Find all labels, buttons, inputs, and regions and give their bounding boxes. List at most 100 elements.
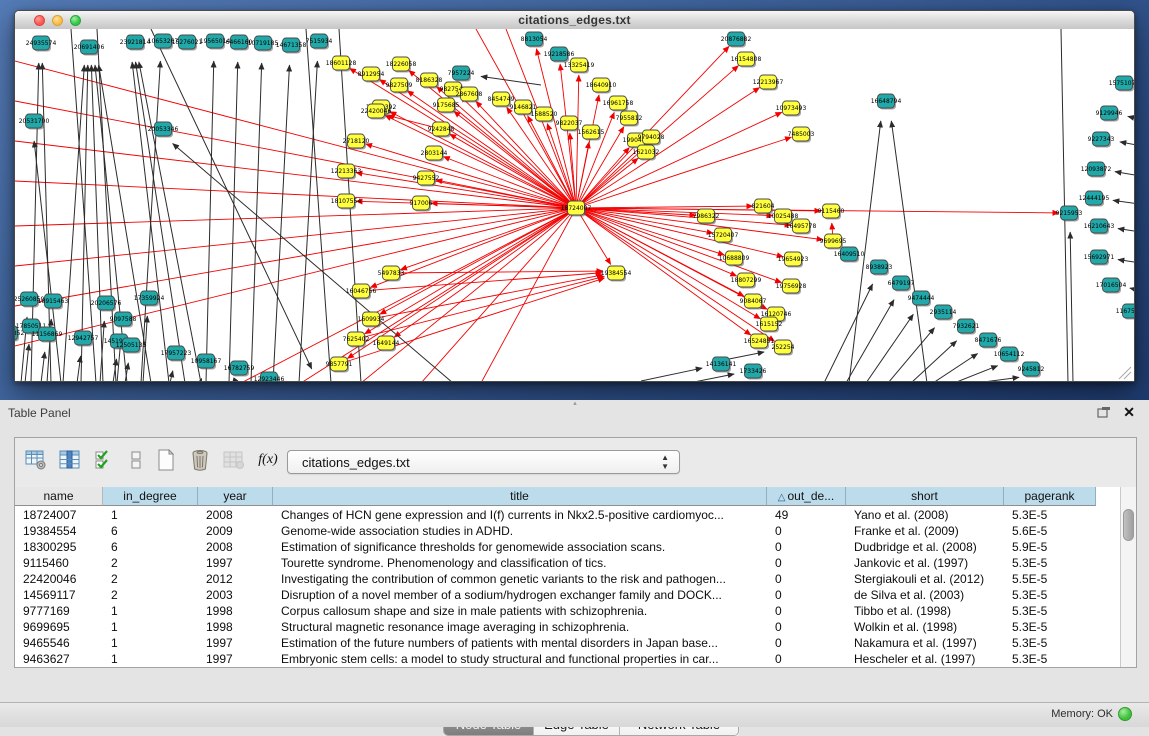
graph-node[interactable]: 14671358 <box>276 38 307 54</box>
graph-edge[interactable] <box>576 208 783 257</box>
graph-edge[interactable] <box>976 377 1019 381</box>
graph-node[interactable]: 7986322 <box>693 209 720 225</box>
graph-node[interactable]: 19384554 <box>601 266 632 282</box>
graph-node[interactable]: 9097588 <box>110 312 137 328</box>
function-icon[interactable]: f(x) <box>255 447 281 473</box>
graph-node[interactable]: 11675327 <box>1116 304 1134 320</box>
delete-trash-icon[interactable] <box>187 447 213 473</box>
memory-ok-indicator[interactable] <box>1118 707 1132 721</box>
graph-edge[interactable] <box>299 61 317 381</box>
graph-node[interactable]: 16648794 <box>871 94 902 110</box>
graph-node[interactable]: 1733426 <box>740 364 767 380</box>
network-canvas[interactable]: 2493557420691406239218141065326715276021… <box>15 29 1134 381</box>
graph-edge[interactable] <box>273 65 289 381</box>
graph-node[interactable]: 20691406 <box>74 40 105 56</box>
table-row[interactable]: 946554611997Estimation of the future num… <box>15 635 1096 651</box>
graph-node[interactable]: 1562615 <box>578 125 605 141</box>
graph-edge[interactable] <box>206 61 214 381</box>
table-row[interactable]: 2242004622012Investigating the contribut… <box>15 571 1096 587</box>
row-height-icon[interactable] <box>123 447 149 473</box>
graph-edge[interactable] <box>954 366 998 381</box>
new-file-icon[interactable] <box>153 447 179 473</box>
graph-node[interactable]: 20206576 <box>91 296 122 312</box>
table-selector-dropdown[interactable]: citations_edges.txt ▲▼ <box>287 450 680 474</box>
graph-node[interactable]: 15692971 <box>1084 250 1115 266</box>
graph-node[interactable]: 9129946 <box>1096 106 1123 122</box>
graph-edge[interactable] <box>641 368 702 381</box>
graph-edge[interactable] <box>15 101 576 208</box>
graph-node[interactable]: 8471676 <box>975 333 1002 349</box>
column-header-in_degree[interactable]: in_degree <box>103 487 198 506</box>
graph-node[interactable]: 16782759 <box>224 361 255 377</box>
graph-node[interactable]: 10688809 <box>719 251 750 267</box>
graph-node[interactable]: 19756928 <box>776 279 807 295</box>
graph-node[interactable]: 9699695 <box>820 234 847 250</box>
graph-edge[interactable] <box>1118 229 1134 233</box>
float-panel-icon[interactable] <box>1097 406 1111 419</box>
column-header-out_de[interactable]: △out_de... <box>767 487 846 506</box>
graph-node[interactable]: 23921814 <box>120 35 151 51</box>
graph-node[interactable]: 15751074 <box>1109 76 1134 92</box>
graph-edge[interactable] <box>306 29 331 381</box>
graph-node[interactable]: 9242848 <box>428 122 455 138</box>
graph-node[interactable]: 7625402 <box>343 332 370 348</box>
graph-node[interactable]: 12093872 <box>1081 162 1112 178</box>
graph-node[interactable]: 9115460 <box>818 204 845 220</box>
graph-edge[interactable] <box>41 352 45 381</box>
select-checks-icon[interactable] <box>91 447 117 473</box>
graph-edge[interactable] <box>824 284 873 381</box>
graph-node[interactable]: 8186328 <box>416 73 443 89</box>
graph-node[interactable]: 14136141 <box>706 357 737 373</box>
graph-node[interactable]: 1649144 <box>373 336 400 352</box>
table-row[interactable]: 1872400712008Changes of HCN gene express… <box>15 507 1096 523</box>
graph-edge[interactable] <box>170 371 173 381</box>
graph-node[interactable]: 9474444 <box>908 291 935 307</box>
graph-node[interactable]: 16524851 <box>744 334 775 350</box>
graph-node[interactable]: 19218586 <box>544 47 575 63</box>
graph-node[interactable]: 19654923 <box>778 252 809 268</box>
table-row[interactable]: 911546021997Tourette syndrome. Phenomeno… <box>15 555 1096 571</box>
graph-node[interactable]: 8938923 <box>866 260 893 276</box>
table-row[interactable]: 977716911998Corpus callosum shape and si… <box>15 603 1096 619</box>
graph-node[interactable]: 7932621 <box>953 319 980 335</box>
table-settings-icon[interactable] <box>23 447 49 473</box>
graph-edge[interactable] <box>241 208 576 381</box>
graph-edge[interactable] <box>481 76 541 85</box>
graph-edge[interactable] <box>361 208 576 381</box>
column-header-short[interactable]: short <box>846 487 1004 506</box>
graph-edge[interactable] <box>576 206 753 208</box>
graph-node[interactable]: 6479197 <box>888 276 915 292</box>
graph-node[interactable]: 2803144 <box>421 146 448 162</box>
graph-node[interactable]: 9427552 <box>413 171 440 187</box>
graph-node[interactable]: 17016504 <box>1096 278 1127 294</box>
column-header-title[interactable]: title <box>273 487 767 506</box>
graph-node[interactable]: 12444195 <box>1079 191 1110 207</box>
graph-node[interactable]: 5497833 <box>378 266 405 282</box>
graph-node[interactable]: 7485003 <box>788 127 815 143</box>
graph-edge[interactable] <box>1120 142 1134 147</box>
graph-edge[interactable] <box>1113 200 1134 205</box>
graph-node[interactable]: 12213967 <box>753 75 784 91</box>
graph-edge[interactable] <box>729 352 764 359</box>
graph-node[interactable]: 15720407 <box>708 228 739 244</box>
graph-node[interactable]: 16210643 <box>1084 219 1115 235</box>
graph-node[interactable]: 16154808 <box>731 52 762 68</box>
graph-node[interactable]: 10973493 <box>776 101 807 117</box>
table-row[interactable]: 946362711997Embryonic stem cells: a mode… <box>15 651 1096 667</box>
graph-node[interactable]: 10654112 <box>994 347 1025 363</box>
graph-node[interactable]: 24935574 <box>26 36 57 52</box>
graph-node[interactable]: 12942757 <box>68 331 99 347</box>
graph-edge[interactable] <box>1130 288 1134 292</box>
graph-edge[interactable] <box>1061 29 1068 381</box>
graph-node[interactable]: 9245812 <box>1018 362 1045 378</box>
graph-edge[interactable] <box>576 75 579 208</box>
graph-edge[interactable] <box>34 141 61 381</box>
graph-node[interactable]: 20531700 <box>19 114 50 130</box>
graph-node[interactable]: 20053346 <box>148 122 179 138</box>
graph-node[interactable]: 7515934 <box>306 34 333 50</box>
network-graph[interactable]: 2493557420691406239218141065326715276021… <box>15 29 1134 381</box>
graph-edge[interactable] <box>560 64 576 208</box>
graph-edge[interactable] <box>15 141 576 208</box>
graph-node[interactable]: 18640910 <box>586 78 617 94</box>
graph-edge[interactable] <box>25 344 29 381</box>
